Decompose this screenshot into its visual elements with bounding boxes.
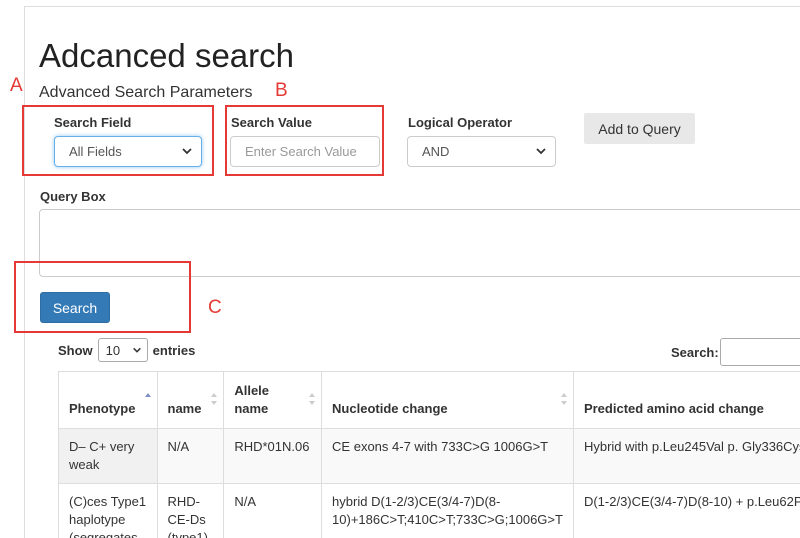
table-cell-phenotype: (C)ces Type1 haplotype (segregates — [58, 483, 158, 538]
table-cell-allele: RHD*01N.06 — [223, 428, 323, 484]
annotation-label-c: C — [208, 297, 222, 318]
table-cell-nucleotide: CE exons 4-7 with 733C>G 1006G>T — [321, 428, 574, 484]
annotation-label-b: B — [275, 80, 288, 101]
sort-both-icon — [560, 393, 567, 405]
chevron-down-icon — [132, 347, 141, 353]
page-length-control: Show 10 entries — [58, 338, 195, 362]
page-length-value: 10 — [105, 342, 121, 358]
add-to-query-button[interactable]: Add to Query — [584, 113, 695, 144]
annotation-box-c — [14, 261, 191, 333]
show-label: Show — [58, 342, 93, 358]
annotation-label-a: A — [10, 75, 23, 96]
section-subtitle: Advanced Search Parameters — [39, 84, 253, 101]
logical-operator-value: AND — [422, 144, 450, 159]
table-search-label: Search: — [671, 345, 719, 360]
column-header-allele-name[interactable]: Allele name — [223, 371, 323, 429]
annotation-box-a — [22, 105, 214, 176]
annotation-box-b — [225, 105, 384, 176]
page-title: Adcanced search — [39, 37, 294, 74]
table-cell-name: N/A — [156, 428, 225, 484]
sort-asc-icon — [144, 393, 151, 397]
sort-both-icon — [309, 393, 316, 405]
table-search-input[interactable] — [720, 338, 800, 366]
table-cell-allele: N/A — [223, 483, 323, 538]
logical-operator-label: Logical Operator — [408, 115, 513, 130]
table-row: D– C+ very weak N/A RHD*01N.06 CE exons … — [58, 428, 800, 484]
table-cell-nucleotide: hybrid D(1-2/3)CE(3/4-7)D(8-10)+186C>T;4… — [321, 483, 574, 538]
table-cell-name: RHD-CE-Ds (type1) — [156, 483, 225, 538]
sort-both-icon — [211, 393, 218, 405]
table-row: (C)ces Type1 haplotype (segregates RHD-C… — [58, 483, 800, 538]
logical-operator-select[interactable]: AND — [407, 136, 556, 167]
page-length-select[interactable]: 10 — [97, 338, 148, 362]
table-cell-amino-acid: D(1-2/3)CE(3/4-7)D(8-10) + p.Leu62Phe — [572, 483, 800, 538]
query-box-label: Query Box — [40, 189, 106, 204]
table-cell-phenotype: D– C+ very weak — [58, 428, 158, 484]
chevron-down-icon — [536, 148, 546, 155]
table-cell-amino-acid: Hybrid with p.Leu245Val p. Gly336Cys — [572, 428, 800, 484]
column-header-name[interactable]: name — [156, 371, 225, 429]
table-header-row: Phenotype name Allele name Nucleotide ch… — [58, 371, 800, 429]
column-header-nucleotide-change[interactable]: Nucleotide change — [321, 371, 574, 429]
column-header-phenotype[interactable]: Phenotype — [58, 371, 158, 429]
entries-label: entries — [152, 342, 196, 358]
column-header-amino-acid-change[interactable]: Predicted amino acid change — [572, 371, 800, 429]
results-table: Phenotype name Allele name Nucleotide ch… — [58, 371, 800, 538]
